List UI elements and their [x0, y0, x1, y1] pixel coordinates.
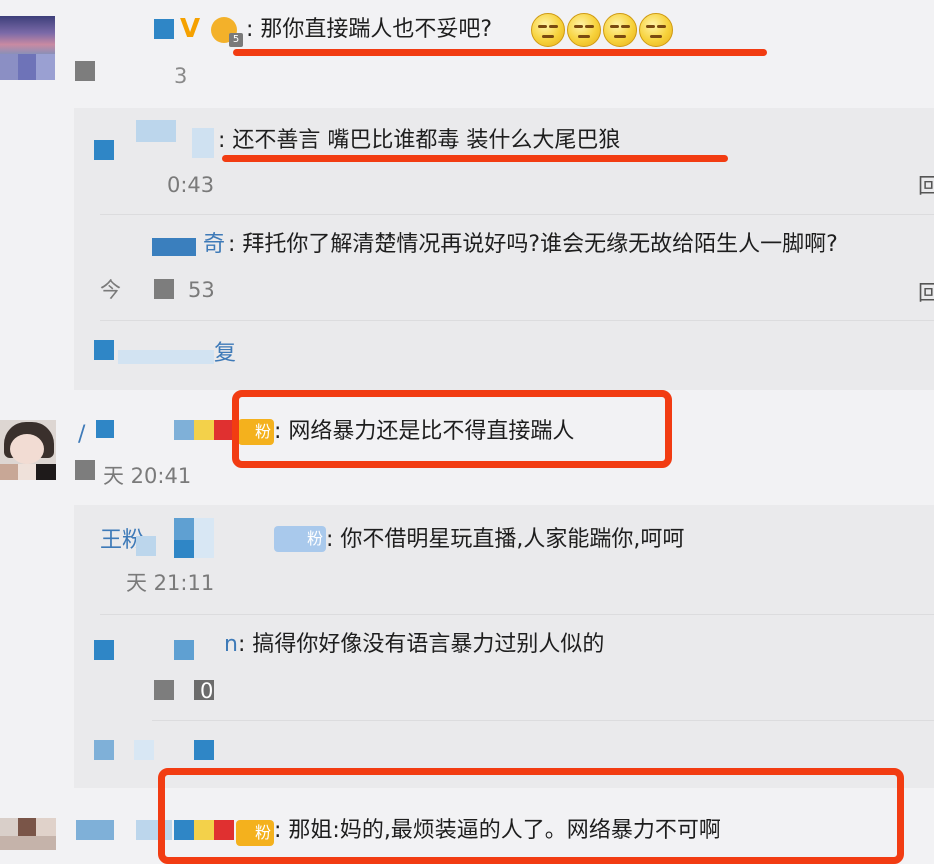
fan-badge: 粉 — [274, 526, 326, 552]
username-fragment[interactable]: n — [224, 630, 238, 660]
reply-text: : 搞得你好像没有语言暴力过别人似的 — [238, 632, 605, 657]
reply-time: 0:43 — [167, 173, 215, 197]
annotation-underline — [222, 155, 728, 162]
more-replies-mosaic[interactable] — [194, 740, 214, 760]
username-mosaic[interactable] — [174, 420, 194, 440]
username-mosaic[interactable] — [136, 120, 176, 142]
comment-time: 天 20:41 — [103, 464, 192, 488]
username-mosaic[interactable] — [194, 518, 214, 558]
squint-laugh-emoji — [567, 13, 601, 47]
reply-time: 0 — [200, 679, 214, 703]
username-mosaic[interactable] — [96, 420, 114, 438]
username-mosaic[interactable] — [174, 640, 194, 660]
username-mosaic[interactable] — [94, 140, 114, 160]
squint-laugh-emoji — [639, 13, 673, 47]
divider — [152, 720, 934, 721]
username-mosaic[interactable] — [154, 19, 174, 39]
squint-laugh-emoji — [531, 13, 565, 47]
vip-crown-icon — [211, 17, 243, 47]
time-mosaic — [75, 61, 95, 81]
squint-laugh-emoji — [603, 13, 637, 47]
username-mosaic[interactable] — [152, 238, 196, 256]
time-mosaic — [75, 460, 95, 480]
comment-time: 3 — [174, 64, 188, 88]
avatar[interactable] — [0, 16, 55, 80]
username-mosaic[interactable] — [214, 420, 234, 440]
comment-text: : 那你直接踹人也不妥吧? — [246, 17, 493, 42]
reply-time: 天 21:11 — [126, 571, 215, 595]
username-mosaic[interactable] — [94, 640, 114, 660]
username-fragment[interactable]: 奇 — [203, 230, 225, 260]
divider — [100, 614, 934, 615]
time-mosaic — [154, 279, 174, 299]
more-replies-mosaic[interactable] — [118, 350, 214, 364]
more-replies-mosaic[interactable] — [94, 740, 114, 760]
reply-button[interactable]: 回 — [918, 277, 934, 307]
divider — [100, 214, 934, 215]
reply-button[interactable]: 回 — [918, 170, 934, 200]
reply-text: : 拜托你了解清楚情况再说好吗?谁会无缘无故给陌生人一脚啊? — [228, 232, 838, 257]
reply-time: 53 — [188, 278, 215, 302]
username-fragment[interactable]: / — [78, 420, 85, 450]
more-replies-mosaic[interactable] — [134, 740, 154, 760]
more-replies-mosaic[interactable] — [94, 340, 114, 360]
divider — [100, 320, 934, 321]
more-replies-link[interactable]: 复 — [214, 339, 236, 369]
username-mosaic[interactable] — [76, 820, 114, 840]
verified-v-icon: V — [180, 14, 201, 44]
username-mosaic[interactable] — [174, 518, 194, 540]
annotation-underline — [233, 49, 767, 56]
annotation-box — [232, 390, 672, 468]
avatar[interactable] — [0, 420, 56, 480]
username-mosaic[interactable] — [174, 540, 194, 558]
reply-time: 今 — [100, 278, 121, 302]
username-mosaic[interactable] — [136, 536, 156, 556]
avatar[interactable] — [0, 818, 56, 850]
time-mosaic — [154, 680, 174, 700]
username-mosaic[interactable] — [194, 420, 214, 440]
username-mosaic[interactable] — [192, 128, 214, 158]
reply-text: : 你不借明星玩直播,人家能踹你,呵呵 — [326, 527, 685, 552]
reply-text: : 还不善言 嘴巴比谁都毒 装什么大尾巴狼 — [218, 128, 621, 153]
